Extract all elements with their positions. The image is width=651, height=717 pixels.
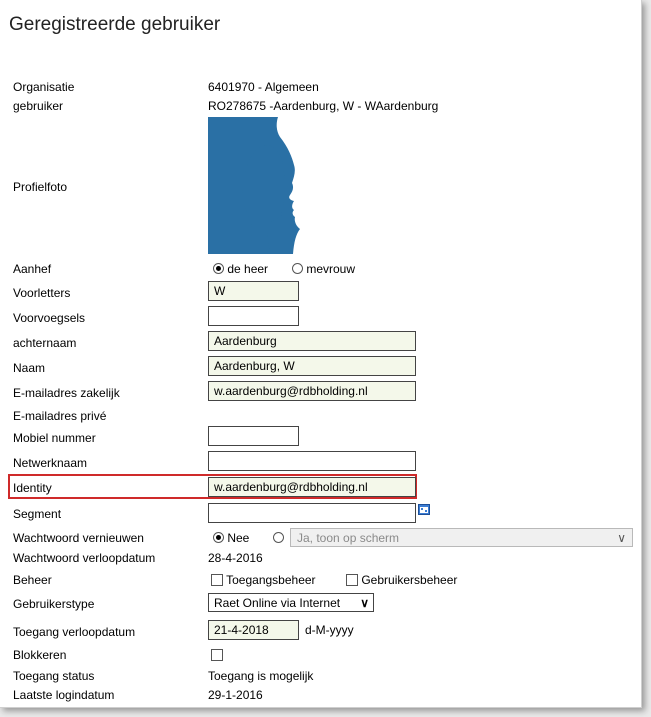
netwerknaam-input[interactable] [208, 451, 416, 471]
radio-ja[interactable] [273, 532, 284, 543]
blokkeren-label: Blokkeren [13, 648, 67, 662]
wachtwoord-verloopdatum-label: Wachtwoord verloopdatum [13, 551, 156, 565]
mobiel-label: Mobiel nummer [13, 431, 96, 445]
toegangsbeheer-label: Toegangsbeheer [226, 573, 316, 587]
toegang-status-value: Toegang is mogelijk [208, 669, 314, 683]
date-format-hint: d-M-yyyy [305, 623, 354, 637]
wachtwoord-option-ja[interactable] [273, 531, 284, 545]
aanhef-option-mevrouw[interactable]: mevrouw [292, 262, 355, 276]
radio-de-heer[interactable] [213, 263, 224, 274]
wachtwoord-tonen-select-value: Ja, toon op scherm [297, 531, 400, 545]
organisatie-value: 6401970 - Algemeen [208, 80, 319, 94]
chevron-down-icon: ∨ [617, 531, 626, 545]
toegang-verloopdatum-input[interactable]: 21-4-2018 [208, 620, 299, 640]
segment-label: Segment [13, 507, 62, 521]
toegang-verloopdatum-label: Toegang verloopdatum [13, 625, 136, 639]
radio-nee[interactable] [213, 532, 224, 543]
toegang-status-label: Toegang status [13, 669, 95, 683]
wachtwoord-option-nee-label: Nee [227, 531, 250, 545]
email-zakelijk-label: E-mailadres zakelijk [13, 386, 120, 400]
toegangsbeheer-option[interactable]: Toegangsbeheer [211, 573, 316, 587]
identity-label: Identity [13, 481, 52, 495]
laatste-logindatum-value: 29-1-2016 [208, 688, 263, 702]
gebruiker-label: gebruiker [13, 99, 64, 113]
voorletters-input[interactable]: W [208, 281, 299, 301]
naam-input[interactable]: Aardenburg, W [208, 356, 416, 376]
voorvoegsels-input[interactable] [208, 306, 299, 326]
mobiel-input[interactable] [208, 426, 299, 446]
email-zakelijk-input[interactable]: w.aardenburg@rdbholding.nl [208, 381, 416, 401]
wachtwoord-vernieuwen-label: Wachtwoord vernieuwen [13, 531, 144, 545]
toegangsbeheer-checkbox[interactable] [211, 574, 223, 586]
registered-user-panel: Geregistreerde gebruiker Organisatie 640… [0, 0, 642, 708]
email-prive-label: E-mailadres privé [13, 409, 107, 423]
aanhef-option-mevrouw-label: mevrouw [306, 262, 356, 276]
profile-photo[interactable] [208, 117, 347, 254]
profielfoto-label: Profielfoto [13, 180, 68, 194]
chevron-down-icon: ∨ [360, 596, 369, 610]
aanhef-option-heer-label: de heer [227, 262, 269, 276]
gebruikersbeheer-option[interactable]: Gebruikersbeheer [346, 573, 457, 587]
wachtwoord-tonen-select[interactable]: Ja, toon op scherm ∨ [290, 528, 633, 547]
laatste-logindatum-label: Laatste logindatum [13, 688, 115, 702]
gebruiker-value: RO278675 -Aardenburg, W - WAardenburg [208, 99, 439, 113]
gebruikersbeheer-label: Gebruikersbeheer [361, 573, 458, 587]
gebruikerstype-label: Gebruikerstype [13, 597, 95, 611]
aanhef-option-heer[interactable]: de heer [213, 262, 268, 276]
voorvoegsels-label: Voorvoegsels [13, 311, 86, 325]
netwerknaam-label: Netwerknaam [13, 456, 88, 470]
profile-silhouette-icon [242, 117, 347, 254]
naam-label: Naam [13, 361, 46, 375]
blokkeren-checkbox[interactable] [211, 649, 223, 661]
achternaam-label: achternaam [13, 336, 77, 350]
achternaam-input[interactable]: Aardenburg [208, 331, 416, 351]
segment-input[interactable] [208, 503, 416, 523]
wachtwoord-verloopdatum-value: 28-4-2016 [208, 551, 263, 565]
identity-input[interactable]: w.aardenburg@rdbholding.nl [208, 477, 416, 497]
radio-mevrouw[interactable] [292, 263, 303, 274]
voorletters-label: Voorletters [13, 286, 71, 300]
gebruikerstype-select[interactable]: Raet Online via Internet ∨ [208, 593, 374, 612]
blokkeren-option[interactable] [211, 648, 223, 662]
beheer-label: Beheer [13, 573, 52, 587]
page-title: Geregistreerde gebruiker [9, 14, 221, 35]
calendar-icon[interactable] [418, 503, 430, 515]
aanhef-label: Aanhef [13, 262, 52, 276]
gebruikersbeheer-checkbox[interactable] [346, 574, 358, 586]
wachtwoord-option-nee[interactable]: Nee [213, 531, 249, 545]
gebruikerstype-select-value: Raet Online via Internet [214, 596, 341, 610]
organisatie-label: Organisatie [13, 80, 75, 94]
